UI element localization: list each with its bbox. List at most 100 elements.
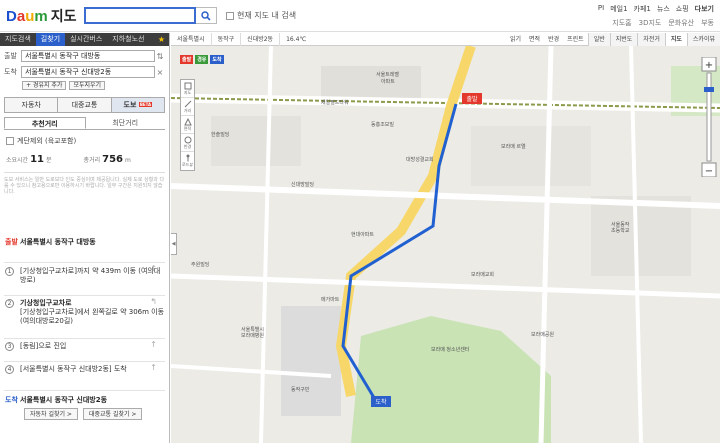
distance-tabs: 추천거리 최단거리 <box>4 117 165 130</box>
tool-radius[interactable]: 반경 <box>544 33 563 46</box>
search-button[interactable] <box>196 7 217 24</box>
tool-radius-measure[interactable]: 반경 <box>181 134 194 152</box>
destination-input[interactable]: 서울특별시 동작구 신대방2동 <box>21 66 155 78</box>
tab-recommended-distance[interactable]: 추천거리 <box>4 117 86 129</box>
mode-transit[interactable]: 대중교통 <box>58 98 112 112</box>
tool-distance[interactable]: 거리 <box>181 98 194 116</box>
transit-directions-button[interactable]: 대중교통 길찾기 > <box>82 408 143 420</box>
checkbox[interactable] <box>226 11 234 20</box>
person-icon <box>186 154 189 162</box>
distance-unit: m <box>124 157 131 164</box>
map-label: 신대방빌딩 <box>291 181 314 188</box>
region-select-city[interactable]: 서울특별시 <box>171 33 212 46</box>
sub-link-3d-map[interactable]: 3D지도 <box>639 18 662 28</box>
map-type-map[interactable]: 지도 <box>664 33 687 46</box>
search-input[interactable] <box>84 7 196 24</box>
map-view[interactable]: 출발 도착 서울트레벨 아파트 제일필드타워 동흥조보빌 보라매 르엘 대방성결… <box>171 33 720 443</box>
destination-row: 도착 서울특별시 동작구 신대방2동 × <box>4 66 165 78</box>
step-3-number: 3 <box>5 342 14 351</box>
step-1[interactable]: 1 [기상청입구교차로]까지 약 439m 이동 (여의대방로) ↑ <box>0 263 169 295</box>
top-link-cafe[interactable]: 카페1 <box>634 4 651 14</box>
current-map-search-toggle[interactable]: 현재 지도 내 검색 <box>226 10 296 21</box>
map-type-bicycle[interactable]: 자전거 <box>637 33 665 46</box>
top-link-news[interactable]: 뉴스 <box>657 4 670 14</box>
tool-area-measure[interactable]: 면적 <box>181 116 194 134</box>
map-side-tools: 지도 거리 면적 반경 로드뷰 <box>180 79 195 171</box>
step-origin[interactable]: 출발 서울특별시 동작구 대방동 <box>0 236 169 262</box>
arrow-left-icon: ↰ <box>150 297 157 306</box>
tab-realtime-bus[interactable]: 실시간버스 <box>65 33 107 46</box>
tool-roadview[interactable]: 로드뷰 <box>181 152 194 170</box>
tab-directions[interactable]: 길찾기 <box>35 33 66 46</box>
mode-car[interactable]: 자동차 <box>5 98 59 112</box>
step-2[interactable]: 2 기상청입구교차로 [기상청입구교차로]에서 왼쪽길로 약 306m 이동 (… <box>0 296 169 338</box>
top-link-more[interactable]: 다보기 <box>695 4 714 14</box>
step-4[interactable]: 4 [서울특별시 동작구 신대방2동] 도착 ↑ <box>0 362 169 390</box>
map-label: 보라매공원 <box>531 331 554 338</box>
search-icon <box>201 10 211 21</box>
distance-value: 756 <box>102 154 123 165</box>
car-directions-button[interactable]: 자동차 길찾기 > <box>24 408 78 420</box>
tab-map-search[interactable]: 지도검색 <box>0 33 36 46</box>
tool-map[interactable]: 지도 <box>181 80 194 98</box>
step-1-number: 1 <box>5 267 14 276</box>
start-marker[interactable]: 출발 <box>462 93 482 104</box>
stairs-option[interactable]: 계단제외 (육교포함) <box>6 136 165 146</box>
step-3[interactable]: 3 [동림]으로 진입 ↑ <box>0 339 169 361</box>
route-steps: 출발 서울특별시 동작구 대방동 1 [기상청입구교차로]까지 약 439m 이… <box>0 236 169 411</box>
tool-read[interactable]: 읽기 <box>506 33 525 46</box>
region-select-district[interactable]: 동작구 <box>212 33 242 46</box>
map-type-general[interactable]: 일반 <box>587 33 610 46</box>
step-4-text: [서울특별시 동작구 신대방2동] 도착 <box>20 365 127 373</box>
arrow-up-icon: ↑ <box>150 363 157 372</box>
weather-temperature: 16.4℃ <box>286 35 307 43</box>
sub-link-heritage[interactable]: 문화유산 <box>668 18 694 28</box>
time-unit: 분 <box>46 157 52 164</box>
top-link-pi[interactable]: PI <box>598 4 604 14</box>
map-label: 서울동작 <box>611 221 630 228</box>
map-type-cadastral[interactable]: 지번도 <box>609 33 638 46</box>
destination-clear-icon[interactable]: × <box>155 68 165 77</box>
map-label: 한솔빌딩 <box>211 131 229 138</box>
tab-subway-map[interactable]: 지하철노선 <box>107 33 149 46</box>
region-select-dong[interactable]: 신대방2동 <box>241 33 281 46</box>
map-label: 초등학교 <box>611 227 630 234</box>
end-marker[interactable]: 도착 <box>371 396 391 407</box>
clear-all-button[interactable]: 모두지우기 <box>69 81 106 90</box>
daum-logo[interactable]: Daum 지도 <box>6 6 76 26</box>
stairs-checkbox[interactable] <box>6 137 14 145</box>
tool-area[interactable]: 면적 <box>525 33 544 46</box>
sub-link-map-home[interactable]: 지도홈 <box>612 18 631 28</box>
zoom-control[interactable]: + − <box>701 57 717 177</box>
top-link-mail[interactable]: 메일1 <box>610 4 627 14</box>
mode-walk[interactable]: 도보 BETA <box>111 98 164 112</box>
svg-text:−: − <box>705 166 713 177</box>
map-canvas[interactable]: 출발 도착 서울트레벨 아파트 제일필드타워 동흥조보빌 보라매 르엘 대방성결… <box>171 46 720 443</box>
favorite-star-icon[interactable]: ★ <box>158 35 169 44</box>
origin-input[interactable]: 서울특별시 동작구 대방동 <box>21 50 155 62</box>
sub-links: 지도홈 3D지도 문화유산 부동 <box>612 18 714 28</box>
current-map-search-label: 현재 지도 내 검색 <box>237 11 297 20</box>
add-waypoint-button[interactable]: + 경유지 추가 <box>22 81 67 90</box>
map-label: 보라매교회 <box>471 271 494 278</box>
map-label: 동작구민 <box>291 386 310 393</box>
map-toolbar: 서울특별시 동작구 신대방2동 16.4℃ 읽기 면적 반경 프린트 일반 지번… <box>171 33 720 46</box>
map-label: 서울트레벨 <box>376 71 399 78</box>
legend-end: 도착 <box>210 55 224 64</box>
tool-print[interactable]: 프린트 <box>563 33 588 46</box>
map-type-skyview[interactable]: 스카이뷰 <box>686 33 720 46</box>
route-legend: 출발 경유 도착 <box>180 55 224 64</box>
tab-shortest-distance[interactable]: 최단거리 <box>86 117 166 129</box>
collapse-panel-button[interactable]: ◀ <box>171 233 177 255</box>
origin-swap-icon[interactable]: ⇅ <box>155 52 165 61</box>
map-label: 현대아파트 <box>351 231 374 238</box>
top-link-shopping[interactable]: 쇼핑 <box>676 4 689 14</box>
map-label: 서울특별시 <box>241 326 264 333</box>
step-1-text: [기상청입구교차로]까지 약 439m 이동 (여의대방로) <box>20 267 161 284</box>
map-label: 동흥조보빌 <box>371 121 394 128</box>
step-2-number: 2 <box>5 299 14 308</box>
sub-link-realestate[interactable]: 부동 <box>701 18 714 28</box>
route-options: + 경유지 추가 모두지우기 <box>22 81 165 90</box>
distance-label: 총거리 <box>83 157 101 164</box>
polygon-icon <box>183 117 192 125</box>
